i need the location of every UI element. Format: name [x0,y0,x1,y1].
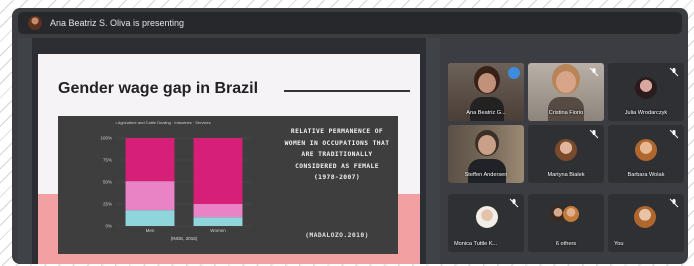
presenting-banner: Ana Beatriz S. Oliva is presenting [18,12,682,34]
participant-name: You [614,241,624,247]
meeting-window: Ana Beatriz S. Oliva is presenting Gende… [12,8,688,264]
participant-name: Steffen Andersen [464,172,508,178]
participant-tile-martyna[interactable]: Martyna Bialek [528,125,604,183]
scrollbar-right[interactable] [426,38,440,264]
participant-tile-cristina[interactable]: Cristina Fiorio [528,63,604,121]
scrollbar-left[interactable] [18,38,32,264]
x-tick-label: Men [146,228,155,233]
y-tick-label: 0% [105,224,112,229]
mic-active-icon [508,67,520,79]
bar-segment-women-1 [193,204,243,218]
avatar [635,139,657,161]
participant-face [478,73,496,93]
mic-muted-icon [669,67,679,77]
slide-title: Gender wage gap in Brazil [58,80,259,97]
slide-source: (MADALOZO.2010) [305,231,369,239]
presentation-slide: Gender wage gap in Brazil • Agriculture … [38,54,420,264]
mic-muted-icon [589,67,599,77]
x-axis-label: (INGE, 2015) [171,236,198,241]
participant-body [470,97,504,121]
screen-share-area[interactable]: Gender wage gap in Brazil • Agriculture … [18,38,440,264]
stacked-bar-chart: 0% 25% 50% 75% 100% Men Women (INGE, 2015) [100,136,252,241]
participant-face [556,71,576,93]
presenting-text: Ana Beatriz S. Oliva is presenting [50,18,185,28]
participant-name: 6 others [555,241,577,247]
mic-muted-icon [669,198,679,208]
y-tick-label: 75% [103,158,112,163]
participant-name: Monica Tuttle K... [454,241,498,247]
avatar [634,206,656,228]
avatar [476,206,498,228]
participant-name: Julia Wrodarczyk [624,110,668,116]
slide-note: Relative permanence of women in occupati… [284,128,390,182]
bar-segment-men-1 [125,181,175,211]
participant-body [548,97,584,121]
avatar [563,206,579,222]
participant-tile-barbara[interactable]: Barbara Wolak [608,125,684,183]
avatar [555,139,577,161]
mic-muted-icon [669,129,679,139]
participant-body [468,159,506,183]
presenter-avatar [28,16,42,30]
x-tick-label: Women [210,228,226,233]
y-tick-label: 25% [103,202,112,207]
participant-tile-ana[interactable]: Ana Beatriz G... [448,63,524,121]
y-tick-label: 100% [100,136,112,141]
slide-title-rule [284,90,410,92]
bar-segment-women-2 [193,138,243,204]
bar-segment-men-0 [125,210,175,226]
avatar [635,77,657,99]
y-tick-label: 50% [103,180,112,185]
mic-muted-icon [509,198,519,208]
participant-tile-steffen[interactable]: Steffen Andersen [448,125,524,183]
participant-tile-you[interactable]: You [608,194,684,252]
participant-tile-julia[interactable]: Julia Wrodarczyk [608,63,684,121]
participant-name: Ana Beatriz G... [466,110,506,116]
chart-panel: • Agriculture and Cattle Dealing · Indus… [58,116,398,254]
participant-name: Cristina Fiorio [548,110,584,116]
participant-tile-others[interactable]: 6 others [528,194,604,252]
participant-tile-monica[interactable]: Monica Tuttle K... [448,194,524,252]
participant-face [478,135,496,155]
bar-segment-women-0 [193,217,243,226]
bar-segment-men-2 [125,138,175,182]
participant-name: Martyna Bialek [547,172,585,178]
participant-name: Barbara Wolak [627,172,665,178]
mic-muted-icon [589,129,599,139]
